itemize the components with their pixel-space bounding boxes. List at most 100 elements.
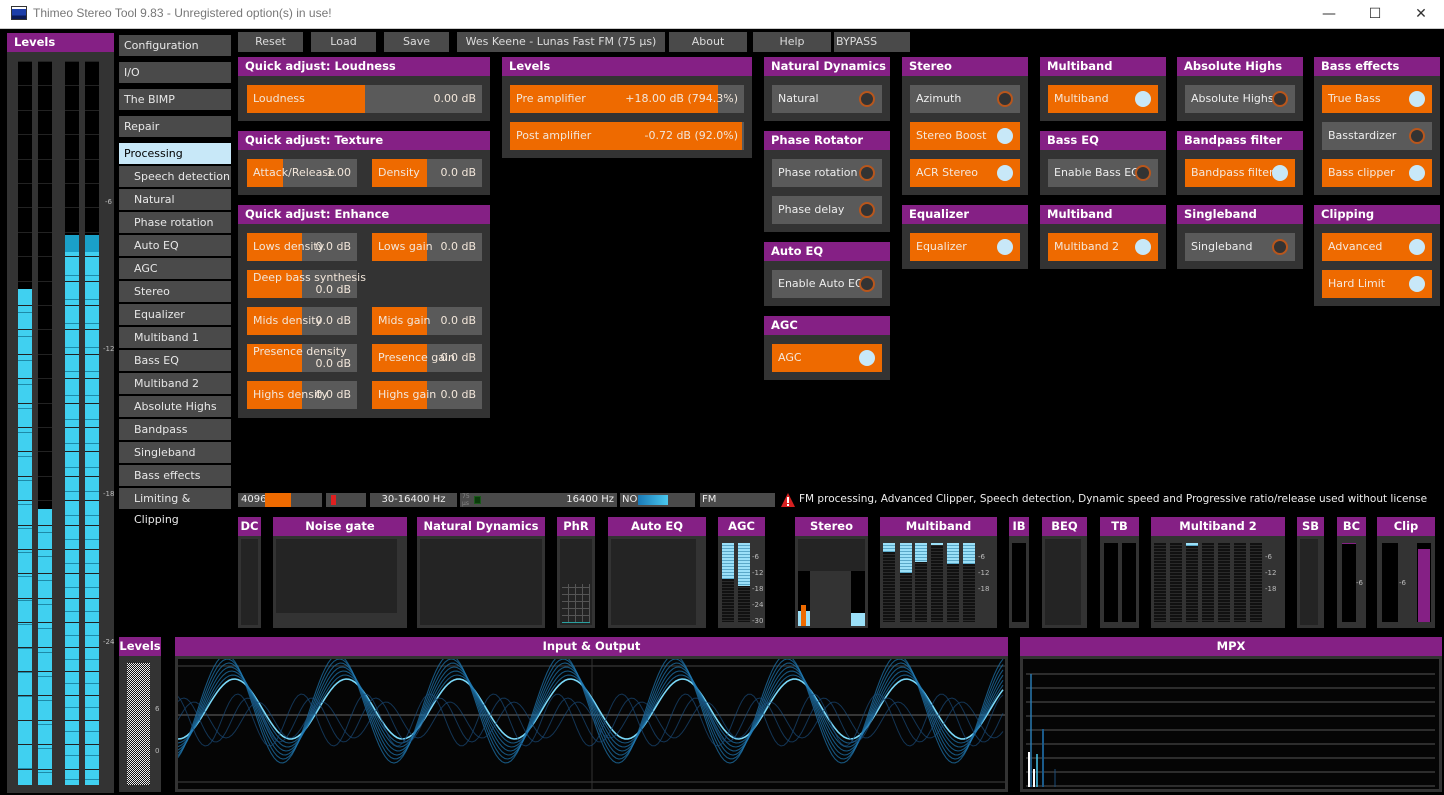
bass-eq-panel: Bass EQ Enable Bass EQ bbox=[1040, 131, 1166, 195]
phr-monitor: PhR bbox=[557, 517, 595, 628]
toggle-basstardizer[interactable]: Basstardizer bbox=[1322, 122, 1432, 150]
nav-item-multiband-1[interactable]: Multiband 1 bbox=[119, 327, 231, 348]
band-meter bbox=[883, 543, 895, 622]
deep-bass-slider[interactable]: Deep bass synthesis 0.0 dB bbox=[247, 270, 366, 298]
fft-size-control[interactable]: 4096 bbox=[238, 493, 322, 507]
nav-item-auto-eq[interactable]: Auto EQ bbox=[119, 235, 231, 256]
dc-title: DC bbox=[238, 517, 261, 536]
meter-scale-label: -12 bbox=[752, 569, 764, 577]
nav-item-natural-dynamics[interactable]: Natural Dynamics bbox=[119, 189, 231, 227]
nav-item-the-bimp[interactable]: The BIMP bbox=[119, 89, 231, 110]
toggle-label: Multiband 2 bbox=[1054, 240, 1120, 253]
about-button[interactable]: About bbox=[669, 32, 747, 52]
toggle-label: Multiband bbox=[1054, 92, 1109, 105]
nav-item-absolute-highs[interactable]: Absolute Highs bbox=[119, 396, 231, 417]
multiband2-panel: Multiband Multiband 2 bbox=[1040, 205, 1166, 269]
toggle-stereo-boost[interactable]: Stereo Boost bbox=[910, 122, 1020, 150]
preemphasis-label: 75 µs bbox=[462, 493, 470, 507]
nav-item-processing[interactable]: Processing bbox=[119, 143, 231, 164]
slider-value: 0.0 dB bbox=[440, 166, 476, 179]
slider-label: Mids gain bbox=[378, 314, 431, 327]
toggle-phase-delay[interactable]: Phase delay bbox=[772, 196, 882, 224]
toggle-absolute-highs[interactable]: Absolute Highs bbox=[1185, 85, 1295, 113]
slider-value: 0.0 dB bbox=[315, 314, 351, 327]
toggle-advanced[interactable]: Advanced bbox=[1322, 233, 1432, 261]
nav-item-agc[interactable]: AGC bbox=[119, 258, 231, 279]
toggle-true-bass[interactable]: True Bass bbox=[1322, 85, 1432, 113]
band-meter bbox=[1234, 543, 1246, 622]
toggle-azimuth[interactable]: Azimuth bbox=[910, 85, 1020, 113]
nav-item-limiting-clipping[interactable]: Limiting & Clipping bbox=[119, 488, 231, 526]
nav-item-equalizer[interactable]: Equalizer bbox=[119, 304, 231, 325]
band-meter bbox=[1202, 543, 1214, 622]
agc-title: AGC bbox=[718, 517, 765, 536]
stereo-monitor: Stereo bbox=[795, 517, 868, 628]
band-meter bbox=[963, 543, 975, 622]
bc-title: BC bbox=[1337, 517, 1366, 536]
fft-size-label: 4096 bbox=[241, 494, 267, 505]
quick-enhance-title: Quick adjust: Enhance bbox=[238, 205, 490, 224]
stereo-right-meter bbox=[851, 571, 865, 626]
attack-release-slider[interactable]: Attack/Release 1.00 bbox=[247, 159, 357, 187]
nav-item-bandpass[interactable]: Bandpass bbox=[119, 419, 231, 440]
loudness-slider[interactable]: Loudness 0.00 dB bbox=[247, 85, 482, 113]
close-button[interactable]: ✕ bbox=[1398, 0, 1444, 28]
toggle-enable-bass-eq[interactable]: Enable Bass EQ bbox=[1048, 159, 1158, 187]
presence-gain-slider[interactable]: Presence gain 0.0 dB bbox=[372, 344, 482, 372]
toggle-hard-limit[interactable]: Hard Limit bbox=[1322, 270, 1432, 298]
toggle-label: Advanced bbox=[1328, 240, 1383, 253]
toggle-natural[interactable]: Natural bbox=[772, 85, 882, 113]
toggle-agc[interactable]: AGC bbox=[772, 344, 882, 372]
nav-item-repair[interactable]: Repair bbox=[119, 116, 231, 137]
mids-gain-slider[interactable]: Mids gain 0.0 dB bbox=[372, 307, 482, 335]
quick-enhance-panel: Quick adjust: Enhance Lows density 0.0 dB… bbox=[238, 205, 490, 418]
lowpass-field[interactable]: 75 µs 16400 Hz bbox=[460, 493, 617, 507]
mids-density-slider[interactable]: Mids density 0.0 dB bbox=[247, 307, 357, 335]
nav-item-i-o[interactable]: I/O bbox=[119, 62, 231, 83]
mpx-panel: MPX bbox=[1020, 637, 1442, 792]
help-button[interactable]: Help bbox=[753, 32, 831, 52]
bottom-levels-panel: Levels 6 0 bbox=[119, 637, 161, 792]
absolute-highs-title: Absolute Highs bbox=[1177, 57, 1303, 76]
save-button[interactable]: Save bbox=[384, 32, 449, 52]
toggle-multiband-2[interactable]: Multiband 2 bbox=[1048, 233, 1158, 261]
nav-item-stereo[interactable]: Stereo bbox=[119, 281, 231, 302]
toggle-enable-auto-eq[interactable]: Enable Auto EQ bbox=[772, 270, 882, 298]
nav-item-phase-rotation[interactable]: Phase rotation bbox=[119, 212, 231, 233]
highs-density-slider[interactable]: Highs density 0.0 dB bbox=[247, 381, 357, 409]
bypass-button[interactable]: BYPASS bbox=[834, 32, 910, 52]
maximize-button[interactable]: ☐ bbox=[1352, 0, 1398, 28]
nav-item-configuration[interactable]: Configuration bbox=[119, 35, 231, 56]
bandwidth-field[interactable]: 30-16400 Hz bbox=[370, 493, 457, 507]
meter-input-left bbox=[18, 61, 32, 785]
clipping-title: Clipping bbox=[1314, 205, 1440, 224]
lows-density-slider[interactable]: Lows density 0.0 dB bbox=[247, 233, 357, 261]
post-amplifier-slider[interactable]: Post amplifier -0.72 dB (92.0%) bbox=[510, 122, 744, 150]
nav-item-speech-detection[interactable]: Speech detection bbox=[119, 166, 231, 187]
density-slider[interactable]: Density 0.0 dB bbox=[372, 159, 482, 187]
toggle-phase-rotation[interactable]: Phase rotation bbox=[772, 159, 882, 187]
toggle-multiband[interactable]: Multiband bbox=[1048, 85, 1158, 113]
toggle-acr-stereo[interactable]: ACR Stereo bbox=[910, 159, 1020, 187]
toggle-singleband[interactable]: Singleband bbox=[1185, 233, 1295, 261]
slider-value: 0.0 dB bbox=[315, 357, 351, 370]
preset-selector[interactable]: Wes Keene - Lunas Fast FM (75 µs) bbox=[457, 32, 665, 52]
reset-button[interactable]: Reset bbox=[238, 32, 303, 52]
led-on-icon bbox=[997, 165, 1013, 181]
highs-gain-slider[interactable]: Highs gain 0.0 dB bbox=[372, 381, 482, 409]
nav-item-bass-effects[interactable]: Bass effects bbox=[119, 465, 231, 486]
nav-item-singleband[interactable]: Singleband bbox=[119, 442, 231, 463]
pre-amplifier-slider[interactable]: Pre amplifier +18.00 dB (794.3%) bbox=[510, 85, 744, 113]
presence-density-slider[interactable]: Presence density 0.0 dB bbox=[247, 344, 357, 372]
meter-scale-label: -12 bbox=[1265, 569, 1277, 577]
bandpass-panel: Bandpass filter Bandpass filter bbox=[1177, 131, 1303, 195]
lows-gain-slider[interactable]: Lows gain 0.0 dB bbox=[372, 233, 482, 261]
toggle-bandpass-filter[interactable]: Bandpass filter bbox=[1185, 159, 1295, 187]
minimize-button[interactable]: — bbox=[1306, 0, 1352, 28]
nav-item-bass-eq[interactable]: Bass EQ bbox=[119, 350, 231, 371]
load-button[interactable]: Load bbox=[311, 32, 376, 52]
toggle-equalizer[interactable]: Equalizer bbox=[910, 233, 1020, 261]
ib-monitor: IB bbox=[1009, 517, 1029, 628]
nav-item-multiband-2[interactable]: Multiband 2 bbox=[119, 373, 231, 394]
toggle-bass-clipper[interactable]: Bass clipper bbox=[1322, 159, 1432, 187]
